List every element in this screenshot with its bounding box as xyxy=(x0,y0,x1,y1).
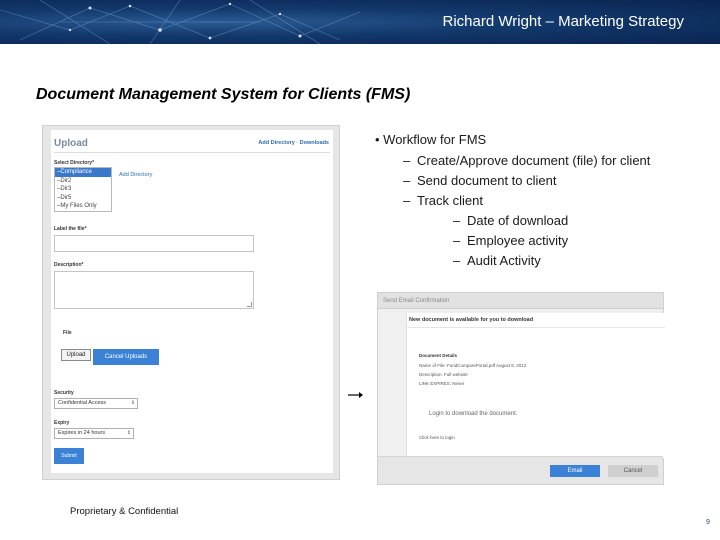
bullet-text: Send document to client xyxy=(417,173,557,188)
upload-header-links[interactable]: Add Directory · Downloads xyxy=(258,140,329,146)
add-directory-link[interactable]: Add Directory xyxy=(119,172,152,178)
expiry-label: Expiry xyxy=(54,420,70,426)
slide-title: Document Management System for Clients (… xyxy=(36,86,411,103)
bullet-level2: – Create/Approve document (file) for clie… xyxy=(403,153,650,168)
directory-list[interactable]: –Compliance –Dir2 –Dir3 –Dir5 –My Files … xyxy=(54,167,112,212)
directory-item[interactable]: –Dir2 xyxy=(55,177,111,186)
resize-grip-icon[interactable] xyxy=(247,302,252,307)
directory-item[interactable]: –Dir5 xyxy=(55,194,111,203)
presentation-title: Richard Wright – Marketing Strategy xyxy=(442,13,685,30)
link-expires-line: LINK EXPIRES: Never xyxy=(419,381,465,386)
email-subject: New document is available for you to dow… xyxy=(409,317,534,323)
email-preview: New document is available for you to dow… xyxy=(406,313,665,458)
header-banner: Richard Wright – Marketing Strategy xyxy=(0,0,720,44)
security-label: Security xyxy=(54,390,74,396)
dash-icon: – xyxy=(453,213,461,228)
expiry-value: Expires in 24 hours xyxy=(58,430,106,436)
cancel-button[interactable]: Cancel xyxy=(608,465,658,477)
upload-title: Upload xyxy=(54,138,88,149)
dash-icon: – xyxy=(403,193,411,208)
select-directory-label: Select Directory* xyxy=(54,160,95,166)
page-number: 9 xyxy=(706,519,710,526)
email-confirmation-screenshot: Send Email Confirmation New document is … xyxy=(377,292,665,485)
security-select[interactable]: Confidential Access ⇕ xyxy=(54,398,138,409)
bullet-text: Create/Approve document (file) for clien… xyxy=(417,153,651,168)
dash-icon: – xyxy=(403,173,411,188)
bullet-icon: • xyxy=(375,132,384,147)
bullet-level3: – Date of download xyxy=(453,213,568,228)
divider xyxy=(407,327,665,328)
directory-item[interactable]: –Compliance xyxy=(55,168,111,177)
upload-button[interactable]: Upload xyxy=(61,349,91,361)
upload-form-screenshot: Upload Add Directory · Downloads Select … xyxy=(42,125,340,480)
click-here-link[interactable]: Click here to login xyxy=(419,435,455,440)
arrow-right-icon xyxy=(348,392,363,398)
bullet-level3: – Audit Activity xyxy=(453,253,541,268)
file-label: File xyxy=(63,330,72,336)
bullet-level3: – Employee activity xyxy=(453,233,568,248)
select-arrows-icon: ⇕ xyxy=(130,400,135,406)
directory-item[interactable]: –My Files Only xyxy=(55,202,111,211)
bullet-text: Employee activity xyxy=(467,233,569,248)
bullet-main-text: Workflow for FMS xyxy=(383,132,487,147)
cancel-uploads-button[interactable]: Cancel Uploads xyxy=(93,349,159,365)
directory-item[interactable]: –Dir3 xyxy=(55,185,111,194)
dash-icon: – xyxy=(453,233,461,248)
bullet-text: Date of download xyxy=(467,213,569,228)
email-dialog-header: Send Email Confirmation xyxy=(378,293,663,309)
email-dialog-footer: Email Cancel xyxy=(378,456,663,484)
dash-icon: – xyxy=(453,253,461,268)
expiry-select[interactable]: Expires in 24 hours ⇕ xyxy=(54,428,134,439)
submit-button[interactable]: Submit xyxy=(54,448,84,464)
label-file-label: Label the file* xyxy=(54,226,87,232)
description-label: Description* xyxy=(54,262,84,268)
bullet-main: • Workflow for FMS xyxy=(375,132,486,147)
confidential-notice: Proprietary & Confidential xyxy=(70,506,179,517)
upload-form: Upload Add Directory · Downloads Select … xyxy=(51,130,333,473)
login-text: Login to download the document. xyxy=(429,411,518,417)
security-value: Confidential Access xyxy=(58,400,106,406)
bullet-text: Audit Activity xyxy=(467,253,541,268)
bullet-text: Track client xyxy=(417,193,483,208)
divider xyxy=(54,152,330,153)
select-arrows-icon: ⇕ xyxy=(126,430,131,436)
label-file-input[interactable] xyxy=(54,235,254,252)
document-details-label: Document Details xyxy=(419,353,458,358)
document-description-line: Description: Full website xyxy=(419,372,468,377)
bullet-level2: – Send document to client xyxy=(403,173,556,188)
dash-icon: – xyxy=(403,153,411,168)
document-name-line: Name of File: FundComparePortal.pdf Augu… xyxy=(419,363,527,368)
bullet-level2: – Track client xyxy=(403,193,483,208)
email-button[interactable]: Email xyxy=(550,465,600,477)
description-textarea[interactable] xyxy=(54,271,254,309)
